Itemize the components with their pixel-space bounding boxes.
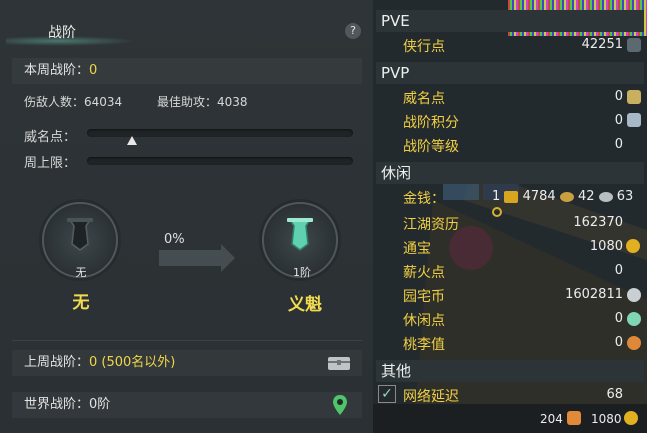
assist-label: 最佳助攻： <box>157 95 218 109</box>
silver-icon <box>559 191 574 202</box>
latency-checkbox[interactable]: ✓ <box>378 385 396 403</box>
section-other: 其他 <box>376 360 644 382</box>
leisure-item-value: 162370 <box>573 215 623 230</box>
prestige-marker <box>127 136 137 145</box>
week-rank-row: 本周战阶：0 <box>12 58 362 84</box>
world-rank-label: 世界战阶： <box>24 397 90 412</box>
next-rank-badge: 1阶 <box>293 266 311 279</box>
last-week-row: 上周战阶：0 (500名以外) <box>12 350 362 376</box>
week-cap-bar <box>87 157 353 165</box>
week-cap-label: 周上限： <box>24 156 77 171</box>
pvp-item-label: 战阶积分 <box>403 115 459 131</box>
copper1-value: 42 <box>577 189 595 204</box>
copper2-value: 63 <box>616 189 634 204</box>
tongbao-icon <box>626 239 640 253</box>
leisure-item-value: 0 <box>614 263 623 278</box>
week-rank-label: 本周战阶： <box>24 63 90 78</box>
current-rank-badge: 无 <box>75 266 87 279</box>
token-icon <box>567 411 581 425</box>
section-pve: PVE <box>376 10 644 32</box>
assist-value: 4038 <box>217 95 248 109</box>
leisure-item-value: 0 <box>614 311 623 326</box>
kills-label: 伤敌人数： <box>24 95 85 109</box>
chest-icon[interactable] <box>327 354 351 372</box>
assist-stat: 最佳助攻：4038 <box>157 93 248 110</box>
world-rank-row: 世界战阶：0阶 <box>12 392 362 418</box>
bottom-right-value: 1080 <box>591 412 622 426</box>
leisure-item-label: 桃李值 <box>403 337 445 353</box>
section-leisure: 休闲 <box>376 162 644 184</box>
prestige-label: 威名点： <box>24 130 77 145</box>
silver-value: 4784 <box>522 189 556 204</box>
help-button[interactable]: ? <box>345 23 361 39</box>
last-week-value: 0 (500名以外) <box>89 355 176 370</box>
banner-icon <box>287 218 313 251</box>
kills-value: 64034 <box>84 95 123 109</box>
week-rank-value: 0 <box>89 63 98 78</box>
rank-progress-percent: 0% <box>164 232 185 247</box>
pvp-item-value: 0 <box>614 89 623 104</box>
arrow-right-icon <box>159 244 235 272</box>
leisure-item-label: 休闲点 <box>403 313 445 329</box>
gold-value: 1 <box>492 189 501 204</box>
leisure-item-value: 1602811 <box>565 287 623 302</box>
crystal-icon <box>627 113 641 127</box>
banner-icon <box>67 218 93 251</box>
pve-item-value: 42251 <box>581 37 623 52</box>
tongbao-icon <box>624 411 638 425</box>
rank-panel: 战阶 ? 本周战阶：0 伤敌人数：64034 最佳助攻：4038 威名点： 周上… <box>0 0 373 433</box>
next-rank-name: 义魁 <box>288 295 322 315</box>
current-rank-name: 无 <box>72 293 90 313</box>
leisure-item-label: 薪火点 <box>403 265 445 281</box>
sword-icon <box>627 38 641 52</box>
location-pin-icon[interactable] <box>332 394 348 416</box>
gold-icon <box>504 190 519 203</box>
panel-title: 战阶 <box>48 25 76 41</box>
last-week-label: 上周战阶： <box>24 355 90 370</box>
pvp-item-label: 威名点 <box>403 91 445 107</box>
leisure-item-value: 1080 <box>589 239 623 254</box>
latency-value: 68 <box>606 387 623 402</box>
home-coin-icon <box>627 288 641 302</box>
peach-icon <box>627 336 641 350</box>
bottom-left-value: 204 <box>540 412 563 426</box>
pvp-item-label: 战阶等级 <box>403 139 459 155</box>
divider <box>12 340 362 341</box>
pvp-item-value: 0 <box>614 137 623 152</box>
world-rank-value: 0阶 <box>89 397 111 412</box>
copper-icon <box>598 191 613 202</box>
pvp-item-value: 0 <box>614 113 623 128</box>
leisure-item-value: 0 <box>614 335 623 350</box>
leaf-icon <box>627 312 641 326</box>
section-pvp: PVP <box>376 62 644 84</box>
kills-stat: 伤敌人数：64034 <box>24 93 122 110</box>
prestige-icon <box>627 90 641 104</box>
